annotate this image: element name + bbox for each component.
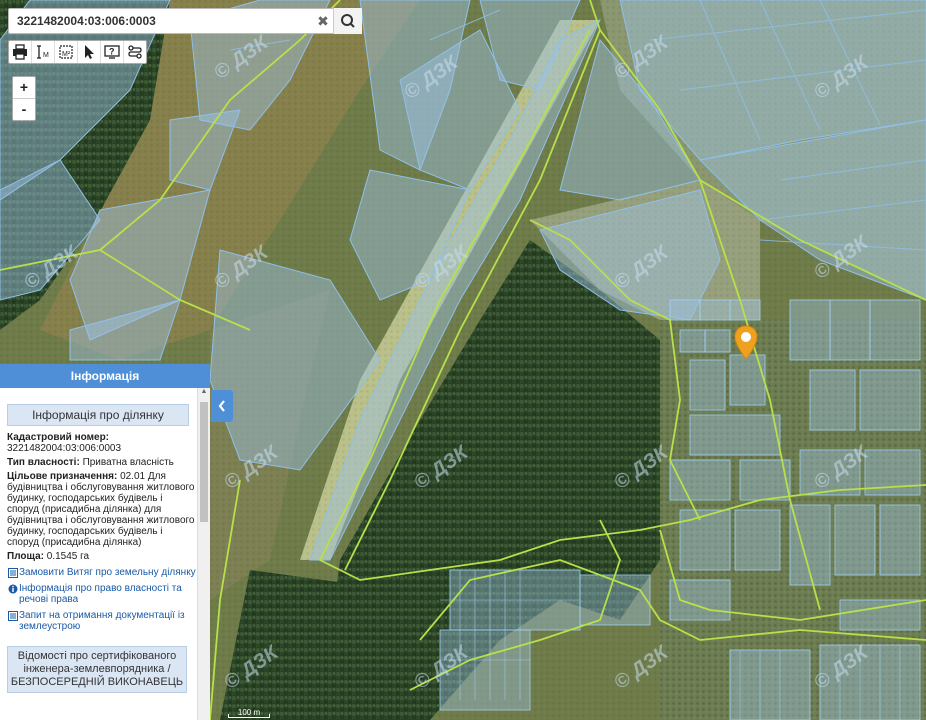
area-label: Площа: [7, 551, 44, 562]
parcel[interactable] [734, 509, 781, 571]
info-panel: Інформація Інформація про ділянку Кадаст… [0, 364, 210, 720]
search-input[interactable] [9, 9, 325, 33]
documentation-request-label[interactable]: Запит на отримання документації із земле… [19, 610, 197, 632]
purpose-label: Цільове призначення: [7, 471, 118, 482]
info-circle-icon [8, 584, 18, 594]
svg-text:?: ? [109, 47, 115, 57]
document-icon [8, 611, 18, 621]
measure-area-icon: M² [59, 45, 73, 59]
parcel[interactable] [689, 359, 726, 411]
zoom-out-button[interactable]: - [13, 98, 35, 120]
parcel[interactable] [704, 329, 731, 353]
layers-icon [128, 45, 142, 59]
measure-line-button[interactable]: M [32, 41, 55, 63]
parcel[interactable] [789, 299, 831, 361]
ownership-value: Приватна власність [82, 457, 174, 468]
info-icon: ? [104, 45, 120, 59]
ownership-info-label[interactable]: Інформація про право власності та речові… [19, 583, 197, 605]
parcel-info-title: Інформація про ділянку [7, 404, 189, 426]
map-toolbar: M M² ? [8, 40, 147, 64]
search-box: ✖ [8, 8, 362, 34]
parcel[interactable] [729, 649, 811, 720]
scroll-up-icon[interactable]: ▲ [198, 388, 210, 398]
area-row: Площа: 0.1545 га [7, 551, 197, 562]
measure-line-icon: M [37, 45, 49, 59]
document-icon [8, 568, 18, 578]
location-marker-icon[interactable] [733, 325, 759, 366]
documentation-request-link[interactable]: Запит на отримання документації із земле… [7, 610, 197, 632]
parcel[interactable] [669, 299, 701, 321]
cadastral-number-row: Кадастровий номер: 3221482004:03:006:000… [7, 432, 197, 454]
area-value: 0.1545 га [46, 551, 90, 562]
parcel[interactable] [829, 299, 871, 361]
info-panel-scrollbar[interactable]: ▲ [197, 388, 210, 720]
parcel[interactable] [839, 599, 921, 631]
search-button[interactable] [333, 8, 362, 34]
purpose-value: 02.01 Для будівництва і обслуговування ж… [7, 471, 195, 548]
purpose-row: Цільове призначення: 02.01 Для будівницт… [7, 471, 197, 548]
search-icon [341, 14, 355, 28]
parcel[interactable] [834, 504, 876, 576]
pointer-icon [85, 45, 94, 59]
print-icon [13, 44, 27, 60]
cadastral-number-value: 3221482004:03:006:0003 [7, 443, 122, 454]
svg-text:M²: M² [62, 51, 71, 58]
scale-bar: 100 m [228, 708, 270, 718]
parcel[interactable] [869, 299, 921, 361]
layers-button[interactable] [124, 41, 146, 63]
parcel[interactable] [879, 504, 921, 576]
order-extract-link[interactable]: Замовити Витяг про земельну ділянку [7, 567, 197, 578]
ownership-info-link[interactable]: Інформація про право власності та речові… [7, 583, 197, 605]
print-button[interactable] [9, 41, 32, 63]
measure-area-button[interactable]: M² [55, 41, 78, 63]
engineer-info-title: Відомості про сертифікованого інженера-з… [7, 646, 187, 693]
close-icon[interactable]: ✖ [311, 9, 335, 33]
parcel[interactable] [679, 509, 731, 571]
ownership-row: Тип власності: Приватна власність [7, 457, 197, 468]
zoom-control: + - [12, 76, 36, 121]
scrollbar-thumb[interactable] [200, 402, 208, 522]
parcel[interactable] [689, 414, 781, 456]
parcel[interactable] [699, 299, 731, 321]
parcel[interactable] [809, 369, 856, 431]
parcel[interactable] [579, 574, 651, 626]
pointer-button[interactable] [78, 41, 101, 63]
parcel[interactable] [679, 329, 706, 353]
info-button[interactable]: ? [101, 41, 124, 63]
chevron-left-icon [218, 400, 225, 412]
ownership-label: Тип власності: [7, 457, 80, 468]
svg-text:M: M [43, 52, 49, 59]
parcel[interactable] [669, 579, 731, 621]
order-extract-label[interactable]: Замовити Витяг про земельну ділянку [19, 567, 196, 578]
scale-bar-line [228, 714, 270, 718]
parcel[interactable] [859, 369, 921, 431]
cadastral-number-label: Кадастровий номер: [7, 432, 110, 443]
info-panel-header: Інформація [0, 364, 210, 388]
zoom-in-button[interactable]: + [13, 77, 35, 98]
collapse-panel-button[interactable] [211, 390, 233, 422]
info-panel-body: Інформація про ділянку Кадастровий номер… [0, 388, 197, 720]
